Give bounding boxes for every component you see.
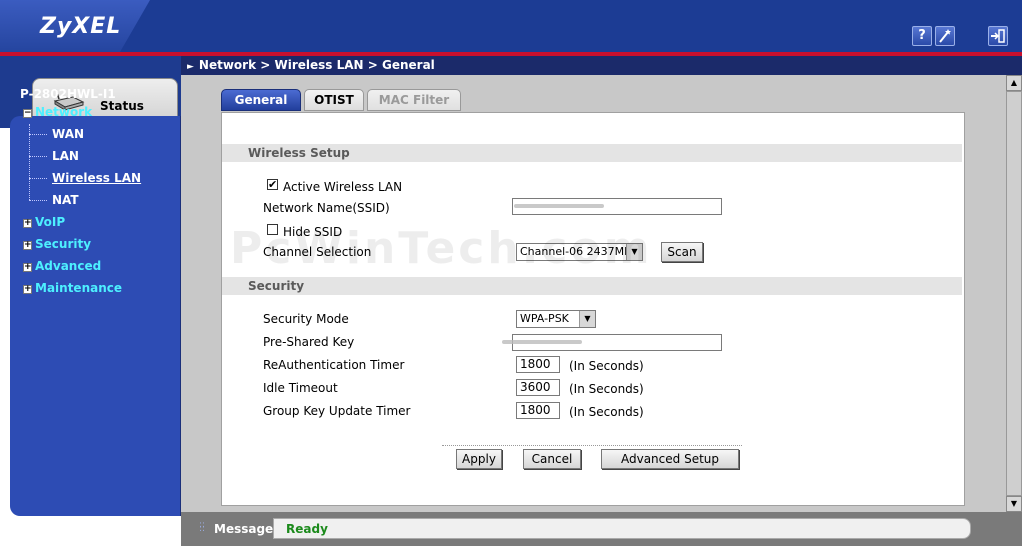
expand-icon: +: [23, 262, 32, 272]
settings-panel: Wireless Setup ✔ Active Wireless LAN Net…: [221, 112, 965, 506]
reauth-timer-label: ReAuthentication Timer: [263, 358, 405, 372]
message-text: Ready: [286, 522, 328, 536]
idle-timeout-input[interactable]: 3600: [516, 379, 560, 396]
message-label: Message: [214, 522, 274, 536]
tab-general[interactable]: General: [221, 89, 301, 111]
tab-mac-filter[interactable]: MAC Filter: [367, 89, 461, 111]
scan-button[interactable]: Scan: [661, 242, 703, 262]
group-key-timer-input[interactable]: 1800: [516, 402, 560, 419]
grip-icon: ::::: [199, 520, 206, 534]
expand-icon: +: [23, 240, 32, 250]
breadcrumb-arrow-icon: ►: [187, 62, 194, 72]
message-box: Ready: [273, 518, 971, 539]
expand-icon: +: [23, 284, 32, 294]
sidebar-item-nat[interactable]: NAT: [52, 193, 79, 207]
sidebar-item-wireless-lan[interactable]: Wireless LAN: [52, 171, 141, 185]
breadcrumb: ► Network > Wireless LAN > General: [187, 58, 435, 72]
sidebar-item-network[interactable]: − Network: [23, 105, 92, 119]
group-key-timer-label: Group Key Update Timer: [263, 404, 411, 418]
network-name-label: Network Name(SSID): [263, 201, 390, 215]
watermark: PcWinTech.com: [230, 223, 653, 274]
scroll-down-icon[interactable]: ▼: [1006, 496, 1022, 512]
apply-button[interactable]: Apply: [456, 449, 502, 469]
divider: [442, 445, 742, 446]
sidebar-item-security[interactable]: + Security: [23, 237, 91, 251]
sidebar-item-wan[interactable]: WAN: [52, 127, 84, 141]
help-icon[interactable]: ?: [912, 26, 932, 46]
top-header: ZyXEL ?: [0, 0, 1022, 52]
active-wireless-lan-checkbox[interactable]: ✔: [267, 179, 278, 190]
idle-timeout-unit: (In Seconds): [569, 382, 644, 396]
chevron-down-icon: ▼: [579, 311, 595, 327]
main-content: General OTIST MAC Filter Wireless Setup …: [181, 75, 1022, 512]
status-label: Status: [100, 99, 144, 113]
pre-shared-key-label: Pre-Shared Key: [263, 335, 355, 349]
security-mode-select[interactable]: WPA-PSK ▼: [516, 310, 596, 328]
active-wireless-lan-label: Active Wireless LAN: [283, 180, 403, 194]
tab-otist[interactable]: OTIST: [304, 89, 364, 111]
exit-arrow-icon: [991, 29, 1005, 43]
wand-icon: [939, 29, 951, 43]
group-key-unit: (In Seconds): [569, 405, 644, 419]
collapse-icon: −: [23, 108, 32, 118]
security-title: Security: [248, 279, 305, 293]
tree-line: [29, 124, 30, 200]
breadcrumb-text: Network > Wireless LAN > General: [198, 58, 435, 72]
idle-timeout-label: Idle Timeout: [263, 381, 338, 395]
redacted-mark: [502, 340, 582, 344]
sidebar-item-advanced[interactable]: + Advanced: [23, 259, 101, 273]
breadcrumb-bar: ► Network > Wireless LAN > General: [181, 56, 1022, 75]
sidebar-item-maintenance[interactable]: + Maintenance: [23, 281, 122, 295]
wireless-setup-title: Wireless Setup: [248, 146, 350, 160]
logout-icon[interactable]: [988, 26, 1008, 46]
security-mode-label: Security Mode: [263, 312, 349, 326]
sidebar: Status: [0, 56, 181, 546]
vertical-scrollbar[interactable]: ▲ ▼: [1006, 75, 1022, 512]
expand-icon: +: [23, 218, 32, 228]
cancel-button[interactable]: Cancel: [523, 449, 581, 469]
scroll-up-icon[interactable]: ▲: [1006, 75, 1022, 91]
scroll-thumb[interactable]: [1006, 91, 1022, 496]
message-bar: :::: Message Ready: [181, 512, 1022, 546]
sidebar-item-voip[interactable]: + VoIP: [23, 215, 65, 229]
redacted-mark: [514, 204, 604, 208]
sidebar-item-lan[interactable]: LAN: [52, 149, 79, 163]
device-model: P-2802HWL-I1: [20, 87, 116, 101]
zyxel-logo: ZyXEL: [40, 14, 122, 39]
wizard-icon[interactable]: [935, 26, 955, 46]
reauth-timer-input[interactable]: 1800: [516, 356, 560, 373]
reauth-unit: (In Seconds): [569, 359, 644, 373]
security-header: [222, 277, 962, 295]
advanced-setup-button[interactable]: Advanced Setup: [601, 449, 739, 469]
